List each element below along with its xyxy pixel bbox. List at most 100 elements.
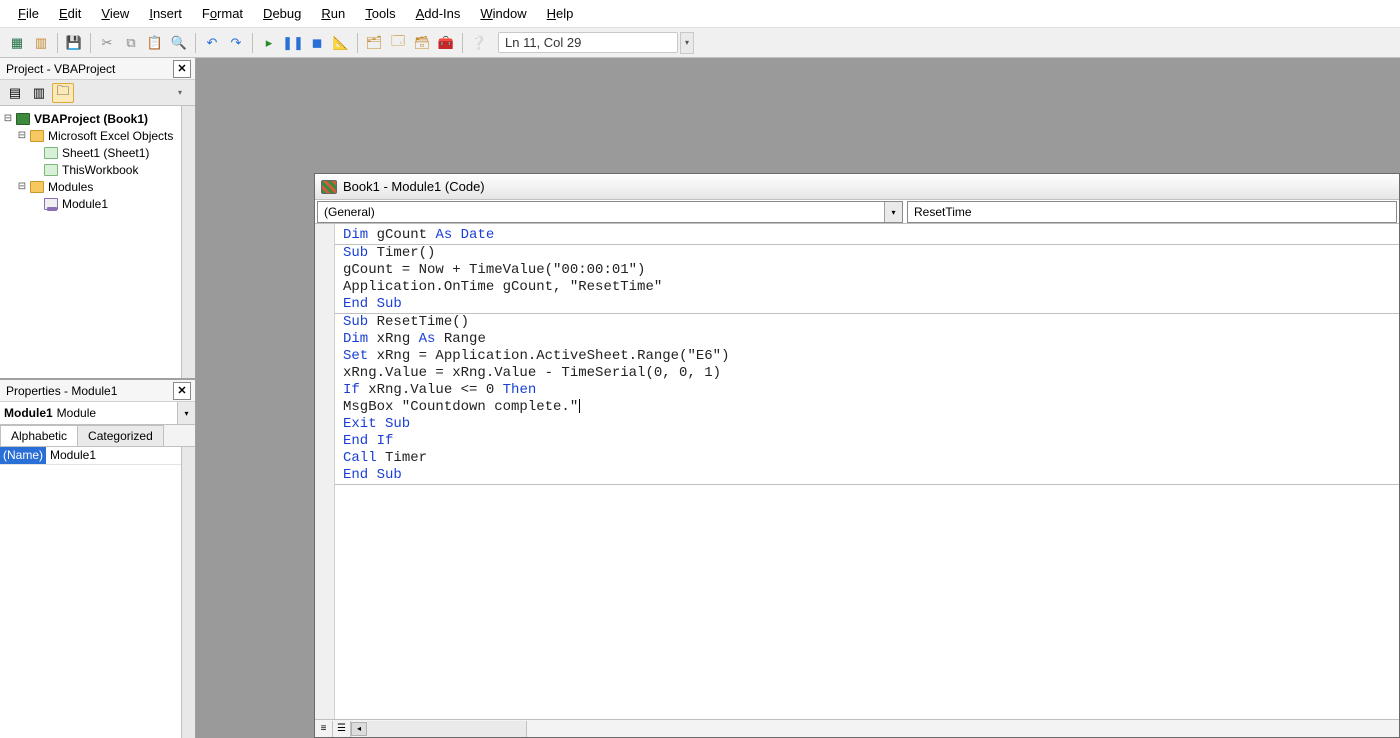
code-line[interactable]: Call Timer bbox=[343, 450, 1391, 467]
menu-format[interactable]: Format bbox=[192, 2, 253, 25]
mdi-area: Book1 - Module1 (Code) (General) ▾ Reset… bbox=[196, 58, 1400, 738]
menu-debug[interactable]: Debug bbox=[253, 2, 311, 25]
break-icon[interactable]: ❚❚ bbox=[282, 32, 304, 54]
tree-module1[interactable]: Module1 bbox=[2, 195, 179, 212]
undo-icon[interactable]: ↶ bbox=[201, 32, 223, 54]
object-combo-dropdown-icon[interactable]: ▾ bbox=[884, 202, 902, 222]
properties-tabs: Alphabetic Categorized bbox=[0, 425, 195, 447]
code-line[interactable]: xRng.Value = xRng.Value - TimeSerial(0, … bbox=[343, 365, 1391, 382]
code-line[interactable]: gCount = Now + TimeValue("00:00:01") bbox=[343, 262, 1391, 279]
code-line[interactable]: Exit Sub bbox=[343, 416, 1391, 433]
tree-thisworkbook[interactable]: ThisWorkbook bbox=[2, 161, 179, 178]
property-row[interactable]: (Name) Module1 bbox=[0, 447, 181, 465]
tree-root-label: VBAProject (Book1) bbox=[32, 112, 148, 126]
menu-insert[interactable]: Insert bbox=[139, 2, 192, 25]
tree-module1-label: Module1 bbox=[60, 197, 108, 211]
procedure-view-icon[interactable]: ≡ bbox=[315, 721, 333, 737]
properties-combo-dropdown-icon[interactable]: ▾ bbox=[177, 402, 195, 424]
left-column: Project - VBAProject ✕ ▤ ▥ 🗀 ▾ ⊟ VBAProj… bbox=[0, 58, 196, 738]
full-module-view-icon[interactable]: ☰ bbox=[333, 721, 351, 737]
tree-folder-excel-objects[interactable]: ⊟ Microsoft Excel Objects bbox=[2, 127, 179, 144]
project-panel-close-icon[interactable]: ✕ bbox=[173, 60, 191, 78]
menu-view[interactable]: View bbox=[91, 2, 139, 25]
properties-panel-close-icon[interactable]: ✕ bbox=[173, 382, 191, 400]
view-object-icon[interactable]: ▥ bbox=[28, 83, 50, 103]
properties-combo-type: Module bbox=[57, 406, 96, 420]
folder-icon bbox=[30, 181, 44, 193]
code-footbar: ≡ ☰ ◂ bbox=[315, 719, 1399, 737]
menu-file[interactable]: File bbox=[8, 2, 49, 25]
menu-window[interactable]: Window bbox=[470, 2, 536, 25]
tree-thisworkbook-label: ThisWorkbook bbox=[60, 163, 138, 177]
save-icon[interactable]: 💾 bbox=[63, 32, 85, 54]
code-line[interactable]: If xRng.Value <= 0 Then bbox=[343, 382, 1391, 399]
project-scroll-icon[interactable]: ▾ bbox=[169, 83, 191, 103]
properties-panel-title: Properties - Module1 ✕ bbox=[0, 380, 195, 402]
code-window: Book1 - Module1 (Code) (General) ▾ Reset… bbox=[314, 173, 1400, 738]
menu-edit[interactable]: Edit bbox=[49, 2, 91, 25]
hscroll-left-icon[interactable]: ◂ bbox=[351, 722, 367, 736]
excel-icon[interactable]: ▦ bbox=[6, 32, 28, 54]
code-line[interactable]: End Sub bbox=[343, 467, 1391, 484]
vba-project-icon bbox=[16, 113, 30, 125]
code-line[interactable]: Sub ResetTime() bbox=[343, 314, 1391, 331]
properties-object-combo[interactable]: Module1 Module ▾ bbox=[0, 402, 195, 425]
tree-root[interactable]: ⊟ VBAProject (Book1) bbox=[2, 110, 179, 127]
menubar: File Edit View Insert Format Debug Run T… bbox=[0, 0, 1400, 28]
project-explorer-icon[interactable]: 🗂 bbox=[363, 32, 385, 54]
text-cursor bbox=[579, 399, 580, 413]
tab-alphabetic[interactable]: Alphabetic bbox=[0, 425, 78, 446]
object-browser-icon[interactable]: 🗃 bbox=[411, 32, 433, 54]
reset-icon[interactable]: ◼ bbox=[306, 32, 328, 54]
properties-icon[interactable]: 🗔 bbox=[387, 32, 409, 54]
project-tree-scrollbar[interactable] bbox=[181, 106, 195, 378]
code-line[interactable]: Dim xRng As Range bbox=[343, 331, 1391, 348]
hscroll-track[interactable] bbox=[367, 721, 527, 737]
project-tree[interactable]: ⊟ VBAProject (Book1) ⊟ Microsoft Excel O… bbox=[0, 106, 181, 378]
code-line[interactable]: Application.OnTime gCount, "ResetTime" bbox=[343, 279, 1391, 296]
property-value[interactable]: Module1 bbox=[46, 447, 181, 464]
object-combo-text: (General) bbox=[318, 205, 884, 219]
properties-panel-title-text: Properties - Module1 bbox=[6, 384, 117, 398]
object-combo[interactable]: (General) ▾ bbox=[317, 201, 903, 223]
worksheet-icon bbox=[44, 147, 58, 159]
code-margin[interactable] bbox=[315, 224, 335, 719]
code-editor[interactable]: Dim gCount As DateSub Timer()gCount = No… bbox=[335, 224, 1399, 719]
find-icon[interactable]: 🔍 bbox=[168, 32, 190, 54]
project-toolbar: ▤ ▥ 🗀 ▾ bbox=[0, 80, 195, 106]
procedure-combo[interactable]: ResetTime bbox=[907, 201, 1397, 223]
menu-run[interactable]: Run bbox=[311, 2, 355, 25]
code-line[interactable]: Sub Timer() bbox=[343, 245, 1391, 262]
run-icon[interactable]: ▸ bbox=[258, 32, 280, 54]
tab-categorized[interactable]: Categorized bbox=[77, 425, 164, 446]
tree-folder-modules[interactable]: ⊟ Modules bbox=[2, 178, 179, 195]
tree-modules-label: Modules bbox=[46, 180, 93, 194]
insert-module-icon[interactable]: ▥ bbox=[30, 32, 52, 54]
help-icon[interactable]: ❔ bbox=[468, 32, 490, 54]
menu-addins[interactable]: Add-Ins bbox=[406, 2, 471, 25]
view-code-icon[interactable]: ▤ bbox=[4, 83, 26, 103]
properties-scrollbar[interactable] bbox=[181, 447, 195, 738]
code-window-titlebar[interactable]: Book1 - Module1 (Code) bbox=[315, 174, 1399, 200]
properties-combo-name: Module1 bbox=[4, 406, 53, 420]
code-line[interactable]: MsgBox "Countdown complete." bbox=[343, 399, 1391, 416]
toggle-folders-icon[interactable]: 🗀 bbox=[52, 83, 74, 103]
code-line[interactable]: End Sub bbox=[343, 296, 1391, 313]
redo-icon[interactable]: ↷ bbox=[225, 32, 247, 54]
design-mode-icon[interactable]: 📐 bbox=[330, 32, 352, 54]
tree-sheet1[interactable]: Sheet1 (Sheet1) bbox=[2, 144, 179, 161]
paste-icon[interactable]: 📋 bbox=[144, 32, 166, 54]
code-window-icon bbox=[321, 180, 337, 194]
properties-grid[interactable]: (Name) Module1 bbox=[0, 447, 181, 738]
lncol-dropdown-icon[interactable]: ▾ bbox=[680, 32, 694, 54]
main-area: Project - VBAProject ✕ ▤ ▥ 🗀 ▾ ⊟ VBAProj… bbox=[0, 58, 1400, 738]
cut-icon[interactable]: ✂ bbox=[96, 32, 118, 54]
project-panel-title: Project - VBAProject ✕ bbox=[0, 58, 195, 80]
copy-icon[interactable]: ⧉ bbox=[120, 32, 142, 54]
menu-tools[interactable]: Tools bbox=[355, 2, 405, 25]
menu-help[interactable]: Help bbox=[537, 2, 584, 25]
code-line[interactable]: Dim gCount As Date bbox=[343, 227, 1391, 244]
code-line[interactable]: End If bbox=[343, 433, 1391, 450]
toolbox-icon[interactable]: 🧰 bbox=[435, 32, 457, 54]
code-line[interactable]: Set xRng = Application.ActiveSheet.Range… bbox=[343, 348, 1391, 365]
